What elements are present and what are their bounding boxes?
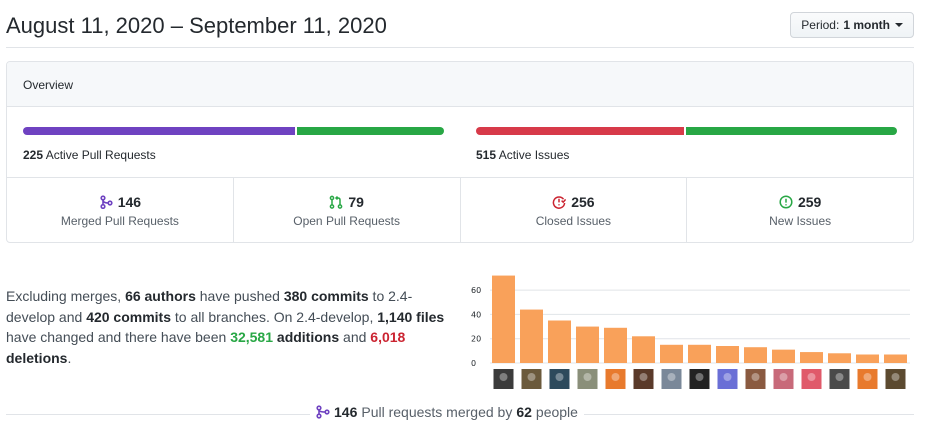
stat-new-issues[interactable]: 259 New Issues: [687, 178, 913, 242]
contributor-bar[interactable]: [492, 275, 515, 363]
issues-summary[interactable]: 515 Active Issues: [476, 127, 897, 162]
closed-segment: [476, 127, 684, 135]
contributor-bar[interactable]: [604, 327, 627, 363]
deletions-count: 6,018: [370, 329, 406, 345]
issue-closed-icon: [552, 196, 567, 209]
git-merge-icon: [100, 195, 113, 209]
merged-count: 146: [117, 194, 142, 210]
contributor-bar[interactable]: [828, 353, 851, 363]
merged-by-text[interactable]: 146 Pull requests merged by 62 people: [310, 404, 584, 420]
y-tick-label: 20: [471, 335, 481, 344]
issue-opened-icon: [779, 195, 793, 209]
contributor-avatar[interactable]: [717, 369, 738, 389]
contributor-bar[interactable]: [800, 352, 823, 363]
contributor-bar[interactable]: [744, 347, 767, 363]
page-header: August 11, 2020 – September 11, 2020 Per…: [6, 0, 914, 48]
period-value: 1 month: [843, 18, 890, 32]
pull-requests-summary[interactable]: 225 Active Pull Requests: [23, 127, 444, 162]
git-merge-icon: [316, 405, 330, 419]
branch-commits: 380 commits: [283, 288, 369, 304]
contributor-avatar[interactable]: [885, 369, 906, 389]
contributor-bar[interactable]: [548, 320, 571, 364]
y-tick-label: 0: [471, 359, 476, 368]
y-tick-label: 60: [471, 286, 481, 295]
contributor-bar[interactable]: [576, 326, 599, 363]
contributor-bar[interactable]: [772, 349, 795, 363]
active-pull-requests-label: 225 Active Pull Requests: [23, 148, 156, 162]
period-label: Period:: [801, 18, 840, 32]
contributor-avatar[interactable]: [801, 369, 822, 389]
footer-people-count: 62: [516, 404, 532, 420]
contributor-bar[interactable]: [716, 346, 739, 363]
issues-bar: [476, 127, 897, 135]
contributors-bar-chart: 0 20 40 60: [471, 275, 910, 389]
new-label: New Issues: [769, 214, 832, 228]
contributor-avatar[interactable]: [829, 369, 850, 389]
stat-closed-issues[interactable]: 256 Closed Issues: [461, 178, 688, 242]
contributor-bar[interactable]: [632, 336, 655, 363]
contributor-avatar[interactable]: [605, 369, 626, 389]
pull-requests-bar: [23, 127, 444, 135]
additions-count: 32,581: [230, 329, 274, 345]
contributor-bar[interactable]: [660, 344, 683, 363]
contributor-avatar[interactable]: [577, 369, 598, 389]
new-count: 259: [797, 194, 822, 210]
contributor-avatar[interactable]: [745, 369, 766, 389]
contributor-bar[interactable]: [520, 309, 543, 363]
contributor-avatar[interactable]: [521, 369, 542, 389]
contributor-avatar[interactable]: [773, 369, 794, 389]
caret-down-icon: [895, 23, 903, 27]
date-range-title: August 11, 2020 – September 11, 2020: [6, 13, 387, 38]
footer-summary: 146 Pull requests merged by 62 people: [6, 404, 914, 424]
footer-merged-count: 146: [334, 404, 358, 420]
contributor-avatar[interactable]: [689, 369, 710, 389]
overview-header: Overview: [7, 62, 913, 107]
closed-label: Closed Issues: [535, 214, 612, 228]
period-dropdown-button[interactable]: Period: 1 month: [790, 12, 914, 38]
overview-title: Overview: [23, 78, 74, 92]
contributor-avatar[interactable]: [549, 369, 570, 389]
y-tick-label: 40: [471, 310, 481, 319]
closed-count: 256: [571, 194, 595, 210]
all-commits: 420 commits: [86, 308, 172, 325]
files-changed: 1,140 files: [377, 308, 445, 325]
active-issues-label: 515 Active Issues: [476, 148, 570, 162]
git-pull-request-icon: [329, 195, 343, 209]
stat-merged-pull-requests[interactable]: 146 Merged Pull Requests: [7, 178, 234, 242]
commit-summary: Excluding merges, 66 authors have pushed…: [6, 288, 445, 366]
authors-count: 66 authors: [125, 288, 196, 304]
contributor-avatar[interactable]: [857, 369, 878, 389]
contributor-bar[interactable]: [688, 344, 711, 363]
overview-panel: Overview 225 Active Pull Requests 515 Ac…: [6, 61, 914, 243]
contributor-bar[interactable]: [884, 354, 907, 364]
contributor-avatar[interactable]: [633, 369, 654, 389]
open-segment: [297, 127, 444, 135]
overview-bars: 225 Active Pull Requests 515 Active Issu…: [7, 107, 913, 178]
overview-stats: 146 Merged Pull Requests 79 Open Pull Re…: [7, 178, 913, 242]
open-count: 79: [348, 194, 364, 210]
merged-segment: [23, 127, 295, 135]
merged-label: Merged Pull Requests: [60, 214, 179, 228]
contributor-avatar[interactable]: [661, 369, 682, 389]
contributor-avatar[interactable]: [493, 369, 514, 389]
new-segment: [686, 127, 897, 135]
open-label: Open Pull Requests: [293, 214, 400, 228]
contributor-bar[interactable]: [856, 354, 879, 364]
stat-open-pull-requests[interactable]: 79 Open Pull Requests: [234, 178, 461, 242]
